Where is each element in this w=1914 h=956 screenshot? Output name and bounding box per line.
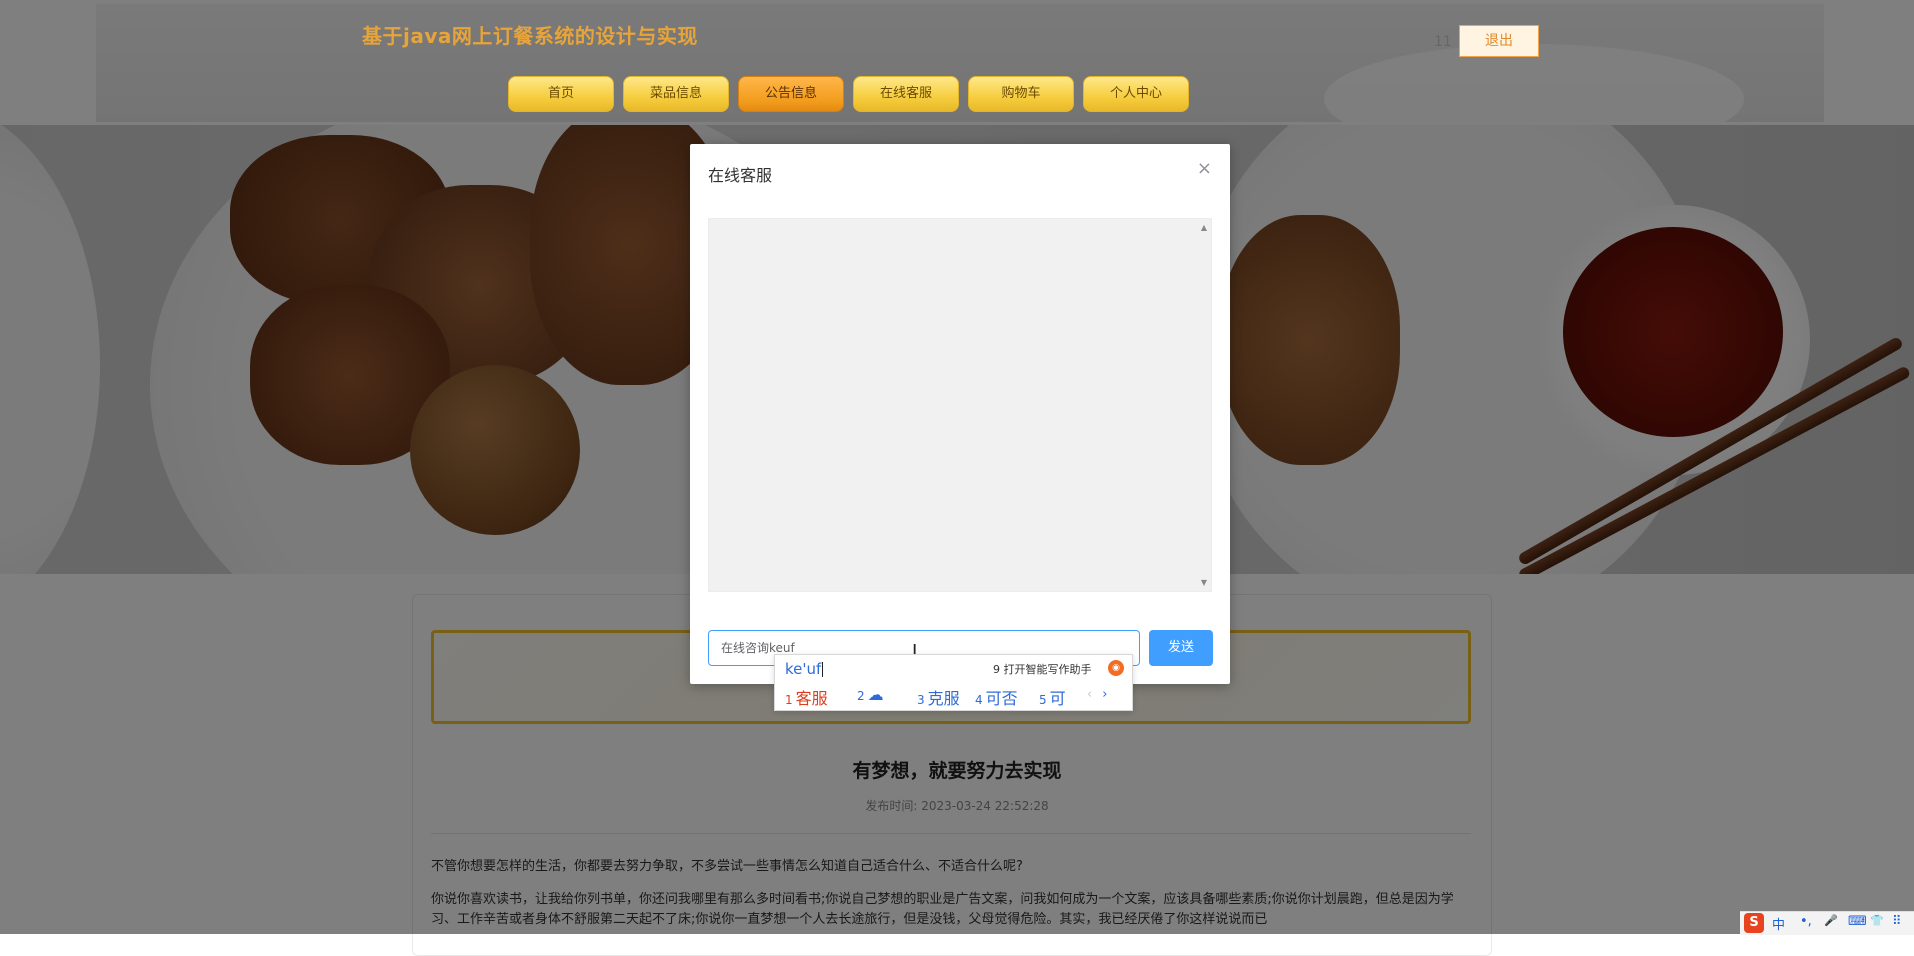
chat-message-area[interactable]: ▲ ▼ <box>708 218 1212 592</box>
customer-service-dialog: 在线客服 × ▲ ▼ 在线咨询keuf 发送 <box>690 144 1230 684</box>
ime-candidate[interactable]: 5可 <box>1039 685 1066 709</box>
nav-item-profile[interactable]: 个人中心 <box>1083 76 1189 112</box>
prev-page-icon[interactable]: ‹ <box>1087 687 1092 702</box>
ime-pinyin: ke'uf <box>785 660 822 678</box>
nav-item-customer-service[interactable]: 在线客服 <box>853 76 959 112</box>
nav-item-cart[interactable]: 购物车 <box>968 76 1074 112</box>
logout-button[interactable]: 退出 <box>1459 25 1539 57</box>
ime-candidate[interactable]: 4 可否 <box>975 685 1018 709</box>
nav-item-dishes[interactable]: 菜品信息 <box>623 76 729 112</box>
assistant-icon[interactable]: ◉ <box>1108 660 1124 676</box>
punctuation-icon[interactable]: •, <box>1800 914 1812 929</box>
ime-candidate[interactable]: 2 ☁ <box>857 685 884 704</box>
close-icon[interactable]: × <box>1197 158 1212 179</box>
keyboard-icon[interactable]: ⌨ <box>1848 914 1867 929</box>
next-page-icon[interactable]: › <box>1102 687 1107 702</box>
cloud-icon: ☁ <box>867 685 884 704</box>
ime-page-nav: ‹ › <box>1087 687 1107 702</box>
ime-candidate[interactable]: 3 克服 <box>917 685 960 709</box>
ime-writing-assistant-hint[interactable]: 9 打开智能写作助手 <box>993 661 1092 677</box>
ime-candidate[interactable]: 1 客服 <box>785 685 828 709</box>
nav-item-notices[interactable]: 公告信息 <box>738 76 844 112</box>
dialog-title: 在线客服 <box>708 166 773 185</box>
ime-toolbar: S 中 •, 🎤 ⌨ 👕 ⠿ <box>1740 911 1914 935</box>
toolbox-icon[interactable]: ⠿ <box>1892 914 1902 929</box>
microphone-icon[interactable]: 🎤 <box>1824 914 1838 927</box>
send-button[interactable]: 发送 <box>1149 630 1213 666</box>
scroll-up-icon[interactable]: ▲ <box>1201 223 1207 232</box>
site-title: 基于java网上订餐系统的设计与实现 <box>362 24 698 48</box>
scroll-down-icon[interactable]: ▼ <box>1201 578 1207 587</box>
language-mode-icon[interactable]: 中 <box>1772 914 1785 933</box>
ime-candidate-window: ke'uf 9 打开智能写作助手 ◉ 1 客服 2 ☁ 3 克服 4 可否 5可 ‹ › <box>774 654 1133 711</box>
nav-item-home[interactable]: 首页 <box>508 76 614 112</box>
skin-icon[interactable]: 👕 <box>1870 914 1884 927</box>
sogou-logo-icon[interactable]: S <box>1744 913 1764 933</box>
username-label: 11 <box>1434 34 1452 50</box>
